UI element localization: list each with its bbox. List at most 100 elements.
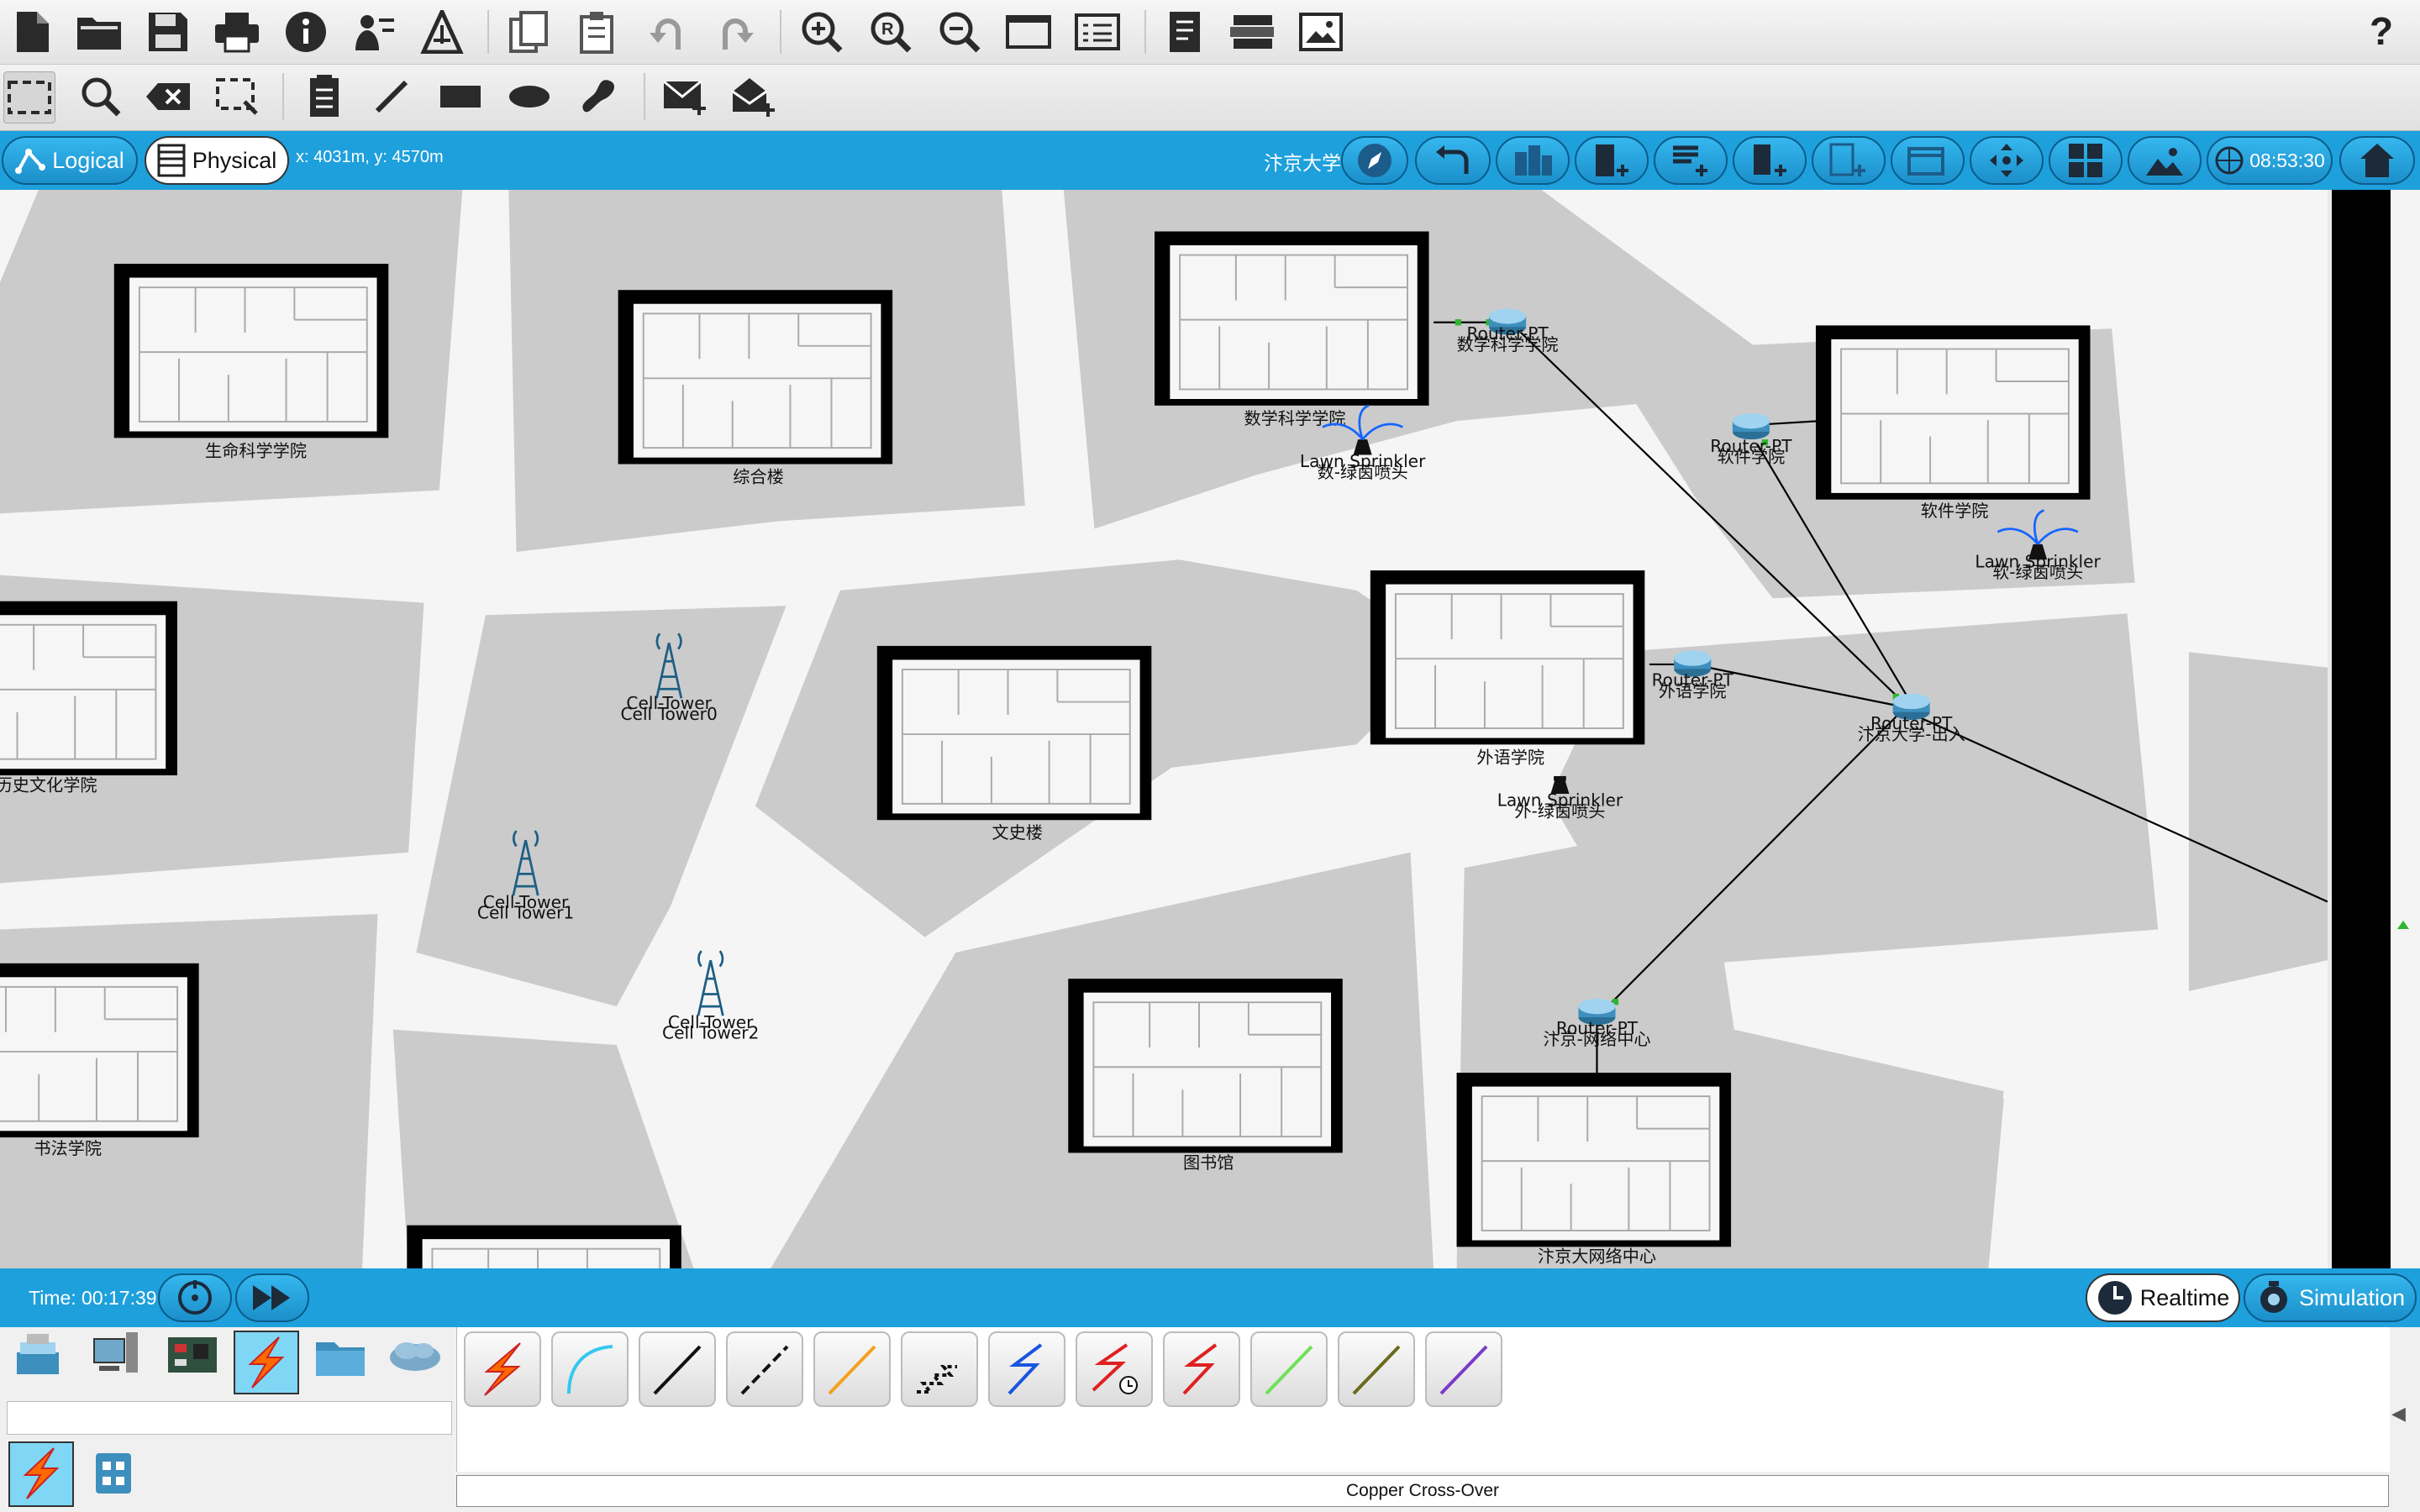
undo-icon[interactable] bbox=[642, 7, 692, 57]
iot-custom-cable-icon[interactable] bbox=[1338, 1331, 1415, 1407]
copy-icon[interactable] bbox=[504, 7, 555, 57]
save-icon[interactable] bbox=[143, 7, 193, 57]
new-table-button[interactable] bbox=[1812, 136, 1886, 185]
activity-wizard-icon[interactable] bbox=[348, 7, 398, 57]
draw-rectangle-icon[interactable] bbox=[435, 71, 486, 122]
connections-subcategory-icon[interactable] bbox=[8, 1441, 74, 1507]
tab-physical[interactable]: Physical bbox=[145, 136, 289, 185]
connections-category-icon[interactable] bbox=[234, 1331, 299, 1394]
physical-workspace[interactable]: 生命科学学院 综合楼 数学科学学院 软件学院 历史文化学院 文史楼 外语学院 书… bbox=[0, 190, 2328, 1268]
clock-button[interactable]: 08:53:30 bbox=[2207, 136, 2333, 185]
zoom-out-icon[interactable] bbox=[934, 7, 985, 57]
router-name-label: 数学科学学院 bbox=[1457, 334, 1559, 354]
building-lishi[interactable] bbox=[0, 601, 177, 776]
components-category-icon[interactable] bbox=[163, 1327, 222, 1383]
octal-cable-icon[interactable] bbox=[1250, 1331, 1328, 1407]
custom-device-dialog-icon[interactable] bbox=[1072, 7, 1123, 57]
select-tool-icon[interactable] bbox=[3, 71, 55, 123]
phone-cable-icon[interactable] bbox=[901, 1331, 978, 1407]
building-shuxue[interactable] bbox=[1154, 231, 1429, 406]
image-view-icon[interactable] bbox=[1296, 7, 1346, 57]
zoom-in-icon[interactable] bbox=[797, 7, 847, 57]
open-folder-icon[interactable] bbox=[74, 7, 124, 57]
category-search-field[interactable] bbox=[7, 1401, 452, 1435]
set-background-button[interactable] bbox=[2128, 136, 2202, 185]
building-label: 综合楼 bbox=[733, 467, 783, 487]
offscreen-building-edge bbox=[2332, 190, 2391, 1268]
building-tushuguan[interactable] bbox=[1068, 979, 1343, 1153]
help-button[interactable]: ? bbox=[2370, 8, 2393, 54]
building-wangluo[interactable] bbox=[1456, 1073, 1732, 1247]
vertical-scrollbar[interactable] bbox=[2391, 190, 2420, 1268]
draw-line-icon[interactable] bbox=[366, 71, 417, 122]
end-devices-category-icon[interactable] bbox=[86, 1327, 145, 1383]
device-list-icon[interactable] bbox=[1227, 7, 1277, 57]
stopwatch-icon bbox=[2260, 1281, 2287, 1313]
copper-cross-over-icon[interactable] bbox=[726, 1331, 803, 1407]
copper-straight-through-icon[interactable] bbox=[639, 1331, 716, 1407]
tower-name-label: Cell Tower2 bbox=[662, 1023, 759, 1043]
palette-icon[interactable] bbox=[1003, 7, 1054, 57]
inspect-tool-icon[interactable] bbox=[76, 71, 126, 122]
zoom-reset-icon[interactable]: R bbox=[865, 7, 916, 57]
automatic-connection-icon[interactable] bbox=[464, 1331, 541, 1407]
building-label: 图书馆 bbox=[1183, 1152, 1234, 1173]
grid-subcategory-icon[interactable] bbox=[92, 1450, 143, 1500]
realtime-mode-button[interactable]: Realtime bbox=[2086, 1273, 2240, 1322]
power-cycle-button[interactable] bbox=[158, 1273, 232, 1322]
building-zonghe[interactable] bbox=[618, 290, 893, 465]
new-rack-button[interactable] bbox=[1733, 136, 1807, 185]
usb-cable-icon[interactable] bbox=[1425, 1331, 1502, 1407]
new-wiring-closet-button[interactable] bbox=[1891, 136, 1965, 185]
sprinkler-name-label: 数-绿茵喷头 bbox=[1318, 462, 1408, 482]
add-simple-pdu-icon[interactable] bbox=[660, 71, 711, 122]
freeform-icon[interactable] bbox=[573, 71, 623, 122]
building-partial[interactable] bbox=[407, 1225, 681, 1268]
move-arrows-icon bbox=[1990, 144, 2023, 177]
navigation-button[interactable] bbox=[1341, 136, 1408, 185]
redo-icon[interactable] bbox=[711, 7, 761, 57]
building-waiyu[interactable] bbox=[1370, 570, 1645, 745]
custom-device-icon[interactable] bbox=[417, 7, 467, 57]
toolbar-separator bbox=[1144, 10, 1146, 54]
new-closet-button[interactable] bbox=[1654, 136, 1728, 185]
add-complex-pdu-icon[interactable] bbox=[728, 71, 778, 122]
print-icon[interactable] bbox=[212, 7, 262, 57]
new-city-button[interactable] bbox=[1496, 136, 1570, 185]
tower-name-label: Cell Tower0 bbox=[620, 704, 717, 724]
simulation-mode-button[interactable]: Simulation bbox=[2244, 1273, 2417, 1322]
selected-connection-label: Copper Cross-Over bbox=[1345, 1481, 1500, 1500]
sprinkler-name-label: 软-绿茵喷头 bbox=[1992, 562, 2083, 582]
multiuser-category-icon[interactable] bbox=[385, 1327, 444, 1383]
notes-icon[interactable] bbox=[1160, 7, 1210, 57]
fast-forward-button[interactable] bbox=[235, 1273, 309, 1322]
serial-dte-icon[interactable] bbox=[1163, 1331, 1240, 1407]
home-button[interactable] bbox=[2339, 136, 2415, 185]
grid-view-button[interactable] bbox=[2049, 136, 2123, 185]
move-object-button[interactable] bbox=[1970, 136, 2044, 185]
draw-ellipse-icon[interactable] bbox=[504, 71, 555, 122]
new-building-button[interactable] bbox=[1575, 136, 1649, 185]
console-cable-icon[interactable] bbox=[551, 1331, 629, 1407]
resize-shape-icon[interactable] bbox=[212, 71, 262, 122]
time-bar: Time: 00:17:39 Realtime Simulation bbox=[0, 1268, 2420, 1327]
misc-category-icon[interactable] bbox=[311, 1327, 370, 1383]
network-devices-category-icon[interactable] bbox=[8, 1327, 67, 1383]
fiber-cable-icon[interactable] bbox=[813, 1331, 891, 1407]
serial-dce-icon[interactable] bbox=[1076, 1331, 1153, 1407]
back-button[interactable] bbox=[1415, 136, 1491, 185]
tab-logical[interactable]: Logical bbox=[2, 136, 138, 185]
tab-physical-label: Physical bbox=[192, 147, 277, 173]
new-file-icon[interactable] bbox=[7, 7, 57, 57]
building-shufa[interactable] bbox=[0, 963, 199, 1138]
coaxial-cable-icon[interactable] bbox=[988, 1331, 1065, 1407]
info-icon[interactable] bbox=[281, 7, 331, 57]
building-wenshi[interactable] bbox=[876, 645, 1152, 821]
paste-icon[interactable] bbox=[573, 7, 623, 57]
delete-tool-icon[interactable] bbox=[143, 71, 193, 122]
building-ruanjian[interactable] bbox=[1815, 325, 2091, 500]
building-shengming[interactable] bbox=[113, 264, 389, 438]
panel-collapse-arrow-icon[interactable]: ◀ bbox=[2391, 1403, 2417, 1436]
place-note-icon[interactable] bbox=[299, 71, 350, 122]
campus-map: 生命科学学院 综合楼 数学科学学院 软件学院 历史文化学院 文史楼 外语学院 书… bbox=[0, 190, 2328, 1268]
